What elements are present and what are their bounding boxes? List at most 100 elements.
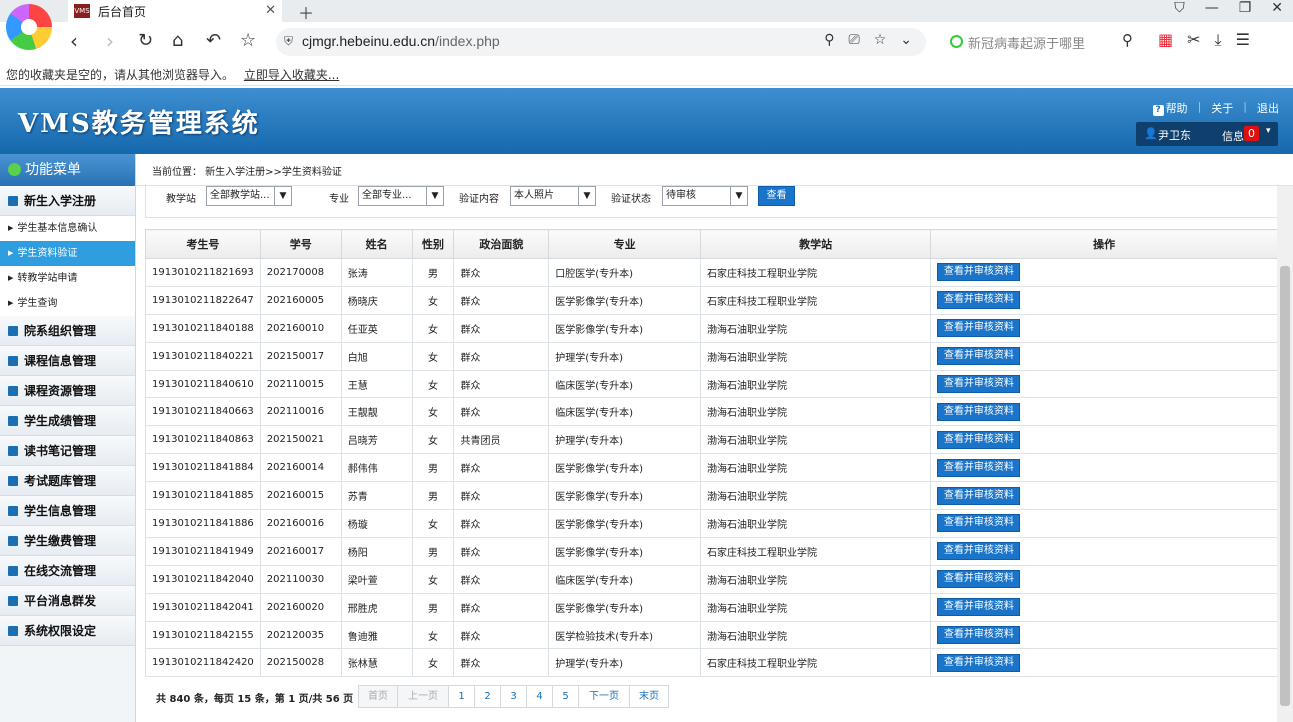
apps-icon[interactable]: ▦ xyxy=(1158,30,1173,50)
breadcrumb: 当前位置： 新生入学注册>>学生资料验证 xyxy=(136,162,1293,186)
sidebar-item-permissions[interactable]: 系统权限设定 xyxy=(0,616,135,646)
sidebar-subitem-basic-info[interactable]: ▶ 学生基本信息确认 xyxy=(0,216,135,241)
view-review-button[interactable]: 查看并审核资料 xyxy=(937,486,1021,505)
about-link[interactable]: 关于 xyxy=(1211,100,1233,116)
restore-icon[interactable]: ❐ xyxy=(1239,0,1252,16)
close-icon[interactable]: ✕ xyxy=(265,3,276,18)
page-button[interactable]: 1 xyxy=(448,685,475,708)
menu-icon[interactable]: ☰ xyxy=(1236,30,1250,50)
info-count-badge[interactable]: 0 xyxy=(1244,126,1259,141)
pager-summary: 共 840 条，每页 15 条，第 1 页/共 56 页 xyxy=(156,694,354,705)
sidebar-item-label: 系统权限设定 xyxy=(24,624,97,638)
query-button[interactable]: 查看 xyxy=(758,186,795,206)
reader-icon[interactable]: ⎚ xyxy=(849,32,860,48)
first-page-button[interactable]: 首页 xyxy=(358,685,398,708)
major-cell: 口腔医学(专升本) xyxy=(548,258,701,287)
page-button[interactable]: 4 xyxy=(526,685,553,708)
exam-id-cell: 1913010211822647 xyxy=(145,285,261,315)
action-cell: 查看并审核资料 xyxy=(930,648,1278,678)
sidebar-item-online-chat[interactable]: 在线交流管理 xyxy=(0,556,135,586)
view-review-button[interactable]: 查看并审核资料 xyxy=(937,402,1021,421)
sidebar-item-course-resources[interactable]: 课程资源管理 xyxy=(0,376,135,406)
address-bar[interactable]: ⛨ cjmgr.hebeinu.edu.cn/index.php ⚲ ⎚ ☆ ⌄ xyxy=(276,28,926,56)
view-review-button[interactable]: 查看并审核资料 xyxy=(937,626,1021,645)
major-select[interactable]: 全部专业... ▼ xyxy=(358,186,444,206)
station-cell: 石家庄科技工程职业学院 xyxy=(699,285,932,315)
scrollbar[interactable] xyxy=(1277,186,1293,722)
sidebar-item-label: 学生信息管理 xyxy=(24,504,97,518)
view-review-button[interactable]: 查看并审核资料 xyxy=(937,430,1021,449)
view-review-button[interactable]: 查看并审核资料 xyxy=(937,263,1021,282)
prev-page-button[interactable]: 上一页 xyxy=(397,685,449,708)
logout-link[interactable]: 退出 xyxy=(1257,100,1279,116)
view-review-button[interactable]: 查看并审核资料 xyxy=(937,347,1021,366)
minimize-icon[interactable]: — xyxy=(1205,0,1219,16)
sidebar-subitem-query[interactable]: ▶ 学生查询 xyxy=(0,291,135,316)
sidebar-item-reading-notes[interactable]: 读书笔记管理 xyxy=(0,436,135,466)
view-review-button[interactable]: 查看并审核资料 xyxy=(937,291,1021,310)
next-page-button[interactable]: 下一页 xyxy=(578,685,630,708)
name-cell: 鲁迪雅 xyxy=(340,620,413,650)
refresh-icon[interactable]: ↻ xyxy=(138,30,153,52)
page-button[interactable]: 5 xyxy=(552,685,579,708)
sidebar-item-student-info[interactable]: 学生信息管理 xyxy=(0,496,135,526)
browser-logo-icon[interactable] xyxy=(6,4,52,50)
politics-cell: 群众 xyxy=(453,369,550,399)
view-review-button[interactable]: 查看并审核资料 xyxy=(937,514,1021,533)
browser-tab[interactable]: VMS 后台首页 ✕ xyxy=(68,0,282,22)
user-box[interactable]: 👤 尹卫东 信息 0 ▾ xyxy=(1136,122,1278,146)
search-input[interactable]: 新冠病毒起源于哪里 xyxy=(968,33,1085,52)
url-text[interactable]: cjmgr.hebeinu.edu.cn/index.php xyxy=(302,33,500,49)
undo-icon[interactable]: ↶ xyxy=(206,30,221,52)
last-page-button[interactable]: 末页 xyxy=(629,685,669,708)
page-button[interactable]: 2 xyxy=(474,685,501,708)
sidebar-subitem-transfer[interactable]: ▶ 转教学站申请 xyxy=(0,266,135,291)
window-close-icon[interactable]: ✕ xyxy=(1271,0,1283,16)
favorite-star-icon[interactable]: ☆ xyxy=(240,30,256,52)
sidebar-item-departments[interactable]: 院系组织管理 xyxy=(0,316,135,346)
help-label: 帮助 xyxy=(1165,102,1188,115)
caret-down-icon[interactable]: ▾ xyxy=(1266,126,1271,136)
sidebar-item-question-bank[interactable]: 考试题库管理 xyxy=(0,466,135,496)
info-label[interactable]: 信息 xyxy=(1222,128,1244,144)
view-review-button[interactable]: 查看并审核资料 xyxy=(937,542,1021,561)
home-icon[interactable]: ⌂ xyxy=(172,30,183,52)
table-row: 1913010211841884 202160014 郝伟伟男群众 医学影像学(专升本… xyxy=(145,453,1278,483)
import-bookmarks-link[interactable]: 立即导入收藏夹... xyxy=(244,68,339,82)
app-header: VMS教务管理系统 ? 帮助 | 关于 | 退出 👤 尹卫东 信息 0 ▾ xyxy=(0,88,1293,154)
shirt-icon[interactable]: ⛉ xyxy=(1174,0,1185,16)
tab-title: 后台首页 xyxy=(98,4,147,19)
status-select[interactable]: 待审核 ▼ xyxy=(662,186,748,206)
scissors-icon[interactable]: ✂ xyxy=(1187,30,1200,50)
forward-icon[interactable]: › xyxy=(106,30,114,52)
new-tab-icon[interactable]: ＋ xyxy=(298,0,314,24)
name-cell: 梁叶萱 xyxy=(340,564,413,594)
table-row: 1913010211842041 202160020 邢胜虎男群众 医学影像学(专升本… xyxy=(145,592,1278,622)
sidebar-item-courses[interactable]: 课程信息管理 xyxy=(0,346,135,376)
url-domain: cjmgr.hebeinu.edu.cn xyxy=(302,33,436,49)
name-cell: 杨阳 xyxy=(340,536,413,566)
page-button[interactable]: 3 xyxy=(500,685,527,708)
star-icon[interactable]: ☆ xyxy=(874,32,887,48)
view-review-button[interactable]: 查看并审核资料 xyxy=(937,319,1021,338)
help-link[interactable]: ? 帮助 xyxy=(1152,100,1188,116)
station-select[interactable]: 全部教学站... ▼ xyxy=(206,186,292,206)
view-review-button[interactable]: 查看并审核资料 xyxy=(937,458,1021,477)
sidebar-item-fees[interactable]: 学生缴费管理 xyxy=(0,526,135,556)
sidebar-subitem-verification[interactable]: ▶ 学生资料验证 xyxy=(0,241,135,266)
search-icon[interactable]: ⚲ xyxy=(1122,31,1133,49)
sidebar-item-grades[interactable]: 学生成绩管理 xyxy=(0,406,135,436)
content-select[interactable]: 本人照片 ▼ xyxy=(510,186,596,206)
sidebar-item-registration[interactable]: 新生入学注册 xyxy=(0,186,135,216)
back-icon[interactable]: ‹ xyxy=(70,30,78,52)
chevron-down-icon[interactable]: ⌄ xyxy=(900,32,912,48)
scrollbar-thumb[interactable] xyxy=(1280,266,1290,706)
view-review-button[interactable]: 查看并审核资料 xyxy=(937,375,1021,393)
view-review-button[interactable]: 查看并审核资料 xyxy=(937,598,1021,617)
view-review-button[interactable]: 查看并审核资料 xyxy=(937,570,1021,589)
sidebar-item-broadcast[interactable]: 平台消息群发 xyxy=(0,586,135,616)
download-icon[interactable]: ⤓ xyxy=(1215,30,1222,50)
view-review-button[interactable]: 查看并审核资料 xyxy=(937,653,1021,672)
search-box[interactable]: 新冠病毒起源于哪里 ⚲ xyxy=(944,30,1144,54)
zoom-icon[interactable]: ⚲ xyxy=(824,32,834,48)
